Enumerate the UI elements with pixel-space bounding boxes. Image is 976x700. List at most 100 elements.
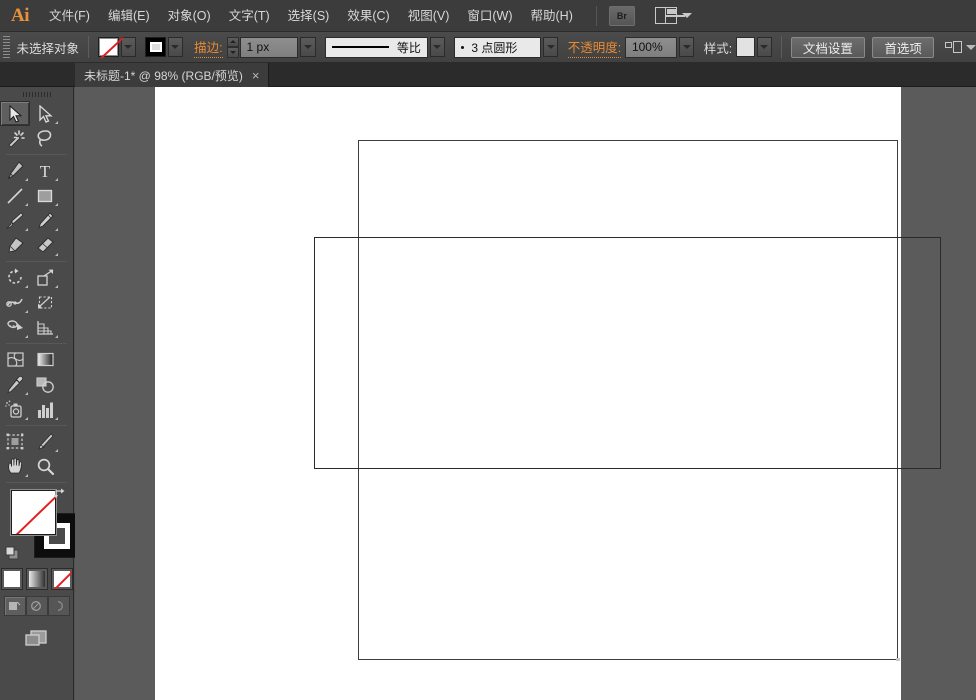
pencil-tool[interactable]: [30, 208, 60, 233]
stroke-weight-input[interactable]: 1 px: [239, 36, 299, 58]
tools-panel-grip[interactable]: [0, 87, 73, 101]
fill-color-swatch[interactable]: [11, 490, 56, 535]
width-tool[interactable]: [0, 290, 30, 315]
paintbrush-tool[interactable]: [0, 208, 30, 233]
eyedropper-tool[interactable]: [0, 372, 30, 397]
stroke-weight-stepper[interactable]: [227, 36, 239, 58]
width-profile-label: 等比: [396, 40, 421, 55]
direct-selection-tool[interactable]: [30, 101, 60, 126]
perspective-grid-tool[interactable]: [30, 315, 60, 340]
artboard-tool[interactable]: [0, 429, 30, 454]
draw-normal-button[interactable]: [3, 596, 26, 616]
tool-flyout-corner-icon: [25, 285, 28, 288]
stroke-swatch[interactable]: [145, 37, 166, 57]
rectangle-tool[interactable]: [30, 183, 60, 208]
tools-divider-5: [6, 482, 67, 483]
gradient-tool[interactable]: [30, 347, 60, 372]
opacity-dropdown-icon[interactable]: [679, 37, 695, 57]
tool-flyout-corner-icon: [25, 228, 28, 231]
stroke-dropdown-icon[interactable]: [167, 37, 183, 57]
tool-flyout-corner-icon: [25, 203, 28, 206]
menu-help[interactable]: 帮助(H): [522, 0, 582, 32]
tool-flyout-corner-icon: [55, 285, 58, 288]
menu-view[interactable]: 视图(V): [399, 0, 459, 32]
document-tab-bar: 未标题-1* @ 98% (RGB/预览) ×: [0, 63, 976, 87]
magic-wand-tool[interactable]: [0, 126, 30, 151]
graphic-style-swatch[interactable]: [735, 37, 755, 57]
menu-effect[interactable]: 效果(C): [338, 0, 398, 32]
close-icon[interactable]: ×: [252, 69, 260, 82]
width-profile-dropdown-icon[interactable]: [429, 37, 445, 57]
fill-swatch[interactable]: [98, 37, 119, 57]
lasso-tool[interactable]: [30, 126, 60, 151]
menu-window[interactable]: 窗口(W): [458, 0, 521, 32]
menu-edit[interactable]: 编辑(E): [99, 0, 159, 32]
free-transform-tool[interactable]: [30, 290, 60, 315]
symbol-sprayer-tool[interactable]: [0, 397, 30, 422]
blend-tool[interactable]: [30, 372, 60, 397]
slice-tool[interactable]: [30, 429, 60, 454]
menu-select[interactable]: 选择(S): [279, 0, 339, 32]
tool-flyout-corner-icon: [55, 253, 58, 256]
stepper-up-icon[interactable]: [227, 36, 239, 47]
scale-tool[interactable]: [30, 265, 60, 290]
rotate-tool[interactable]: [0, 265, 30, 290]
tool-flyout-corner-icon: [55, 178, 58, 181]
pen-tool[interactable]: [0, 158, 30, 183]
tool-flyout-corner-icon: [25, 335, 28, 338]
shape-builder-tool[interactable]: [0, 315, 30, 340]
stroke-weight-dropdown-icon[interactable]: [300, 37, 316, 57]
mesh-tool[interactable]: [0, 347, 30, 372]
change-screen-mode-button[interactable]: [22, 626, 52, 650]
draw-behind-button[interactable]: [25, 596, 48, 616]
variable-width-profile-select[interactable]: 等比: [324, 36, 428, 58]
style-dropdown-icon[interactable]: [756, 37, 772, 57]
default-fill-stroke-icon[interactable]: [5, 546, 20, 561]
document-tab[interactable]: 未标题-1* @ 98% (RGB/预览) ×: [75, 63, 270, 87]
brush-dropdown-icon[interactable]: [543, 37, 559, 57]
color-mode-buttons: [0, 568, 73, 590]
eraser-tool[interactable]: [30, 233, 60, 258]
document-canvas[interactable]: [75, 87, 976, 700]
align-chevron-down-icon[interactable]: [966, 44, 976, 50]
swap-fill-stroke-icon[interactable]: [53, 487, 67, 501]
control-bar-grip[interactable]: [3, 36, 11, 58]
gradient-mode-button[interactable]: [25, 568, 48, 590]
bridge-icon[interactable]: Br: [608, 5, 635, 26]
opacity-input[interactable]: 100%: [624, 36, 678, 58]
tool-flyout-corner-icon: [25, 417, 28, 420]
preferences-button[interactable]: 首选项: [872, 36, 934, 58]
selection-tool[interactable]: [0, 101, 30, 126]
arrange-documents-icon[interactable]: [654, 7, 692, 24]
tools-divider-1: [6, 154, 67, 155]
color-mode-button[interactable]: [0, 568, 23, 590]
menu-object[interactable]: 对象(O): [159, 0, 220, 32]
hand-tool[interactable]: [0, 454, 30, 479]
draw-inside-button[interactable]: [47, 596, 70, 616]
document-setup-button[interactable]: 文档设置: [790, 36, 865, 58]
blob-brush-tool[interactable]: [0, 233, 30, 258]
opacity-label[interactable]: 不透明度:: [567, 37, 622, 58]
document-tab-title: 未标题-1* @ 98% (RGB/预览): [84, 68, 243, 83]
tool-flyout-corner-icon: [55, 228, 58, 231]
menu-file[interactable]: 文件(F): [40, 0, 99, 32]
line-segment-tool[interactable]: [0, 183, 30, 208]
tool-flyout-corner-icon: [25, 474, 28, 477]
column-graph-tool[interactable]: [30, 397, 60, 422]
none-mode-button[interactable]: [50, 568, 73, 590]
brush-definition-select[interactable]: 3 点圆形: [454, 36, 542, 58]
drawn-rectangle[interactable]: [314, 237, 941, 469]
svg-text:T: T: [40, 162, 51, 180]
stepper-down-icon[interactable]: [227, 47, 239, 58]
menu-type[interactable]: 文字(T): [220, 0, 279, 32]
type-tool[interactable]: T: [30, 158, 60, 183]
artboard-corner-marker: [896, 658, 900, 661]
stroke-weight-label[interactable]: 描边:: [194, 37, 223, 58]
align-objects-icon[interactable]: [945, 40, 963, 54]
control-divider-1: [88, 36, 89, 58]
tool-group-transform: [0, 265, 73, 340]
menubar-divider: [595, 5, 597, 26]
zoom-tool[interactable]: [30, 454, 60, 479]
tools-divider-2: [6, 261, 67, 262]
fill-dropdown-icon[interactable]: [120, 37, 136, 57]
